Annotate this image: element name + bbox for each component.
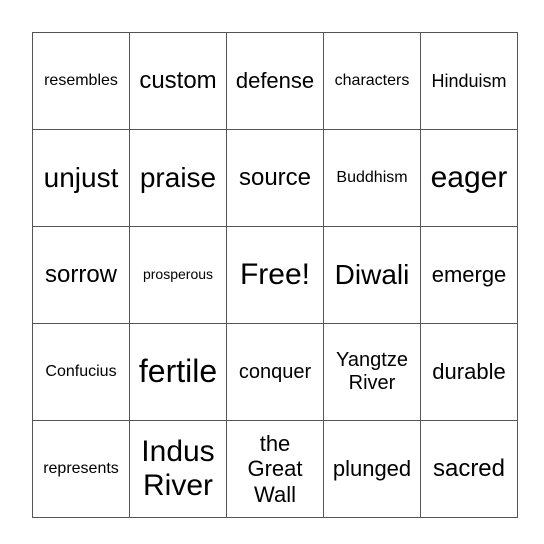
- bingo-cell[interactable]: durable: [420, 323, 518, 421]
- bingo-cell[interactable]: prosperous: [129, 226, 227, 324]
- bingo-cell[interactable]: the Great Wall: [226, 420, 324, 518]
- bingo-cell[interactable]: praise: [129, 129, 227, 227]
- bingo-cell[interactable]: characters: [323, 32, 421, 130]
- bingo-row: unjust praise source Buddhism eager: [32, 129, 518, 227]
- bingo-row: sorrow prosperous Free! Diwali emerge: [32, 226, 518, 324]
- bingo-cell[interactable]: Confucius: [32, 323, 130, 421]
- bingo-cell[interactable]: unjust: [32, 129, 130, 227]
- cell-word: conquer: [238, 360, 312, 383]
- bingo-cell[interactable]: fertile: [129, 323, 227, 421]
- cell-word: Diwali: [334, 259, 410, 291]
- cell-word: source: [238, 163, 312, 191]
- cell-word: fertile: [138, 353, 218, 390]
- bingo-card: resembles custom defense characters Hind…: [32, 32, 518, 518]
- bingo-cell[interactable]: Indus River: [129, 420, 227, 518]
- cell-word: defense: [235, 67, 315, 93]
- cell-word: characters: [334, 72, 410, 90]
- cell-word: durable: [432, 358, 506, 384]
- bingo-cell[interactable]: sacred: [420, 420, 518, 518]
- bingo-cell[interactable]: resembles: [32, 32, 130, 130]
- bingo-cell[interactable]: Hinduism: [420, 32, 518, 130]
- cell-word: Indus River: [141, 434, 215, 503]
- cell-word: eager: [430, 161, 508, 195]
- bingo-cell[interactable]: defense: [226, 32, 324, 130]
- bingo-row: represents Indus River the Great Wall pl…: [32, 420, 518, 518]
- free-space-label: Free!: [239, 258, 311, 292]
- bingo-cell[interactable]: Yangtze River: [323, 323, 421, 421]
- cell-word: custom: [139, 66, 217, 94]
- cell-word: resembles: [44, 72, 118, 90]
- cell-word: emerge: [431, 261, 507, 287]
- bingo-cell[interactable]: eager: [420, 129, 518, 227]
- bingo-cell[interactable]: sorrow: [32, 226, 130, 324]
- cell-word: sacred: [432, 454, 506, 482]
- free-space[interactable]: Free!: [226, 226, 324, 324]
- cell-word: prosperous: [142, 266, 214, 283]
- bingo-cell[interactable]: emerge: [420, 226, 518, 324]
- cell-word: sorrow: [44, 260, 117, 288]
- bingo-cell[interactable]: custom: [129, 32, 227, 130]
- bingo-cell[interactable]: Diwali: [323, 226, 421, 324]
- cell-word: represents: [43, 460, 119, 478]
- cell-word: Yangtze River: [336, 349, 408, 394]
- bingo-row: resembles custom defense characters Hind…: [32, 32, 518, 130]
- cell-word: plunged: [332, 455, 412, 481]
- bingo-cell[interactable]: Buddhism: [323, 129, 421, 227]
- bingo-cell[interactable]: conquer: [226, 323, 324, 421]
- cell-word: praise: [139, 162, 217, 194]
- bingo-cell[interactable]: plunged: [323, 420, 421, 518]
- bingo-cell[interactable]: represents: [32, 420, 130, 518]
- cell-word: Hinduism: [431, 70, 507, 91]
- bingo-row: Confucius fertile conquer Yangtze River …: [32, 323, 518, 421]
- bingo-cell[interactable]: source: [226, 129, 324, 227]
- cell-word: Confucius: [45, 363, 117, 381]
- cell-word: unjust: [43, 162, 119, 194]
- cell-word: Buddhism: [336, 169, 408, 187]
- cell-word: the Great Wall: [247, 431, 303, 507]
